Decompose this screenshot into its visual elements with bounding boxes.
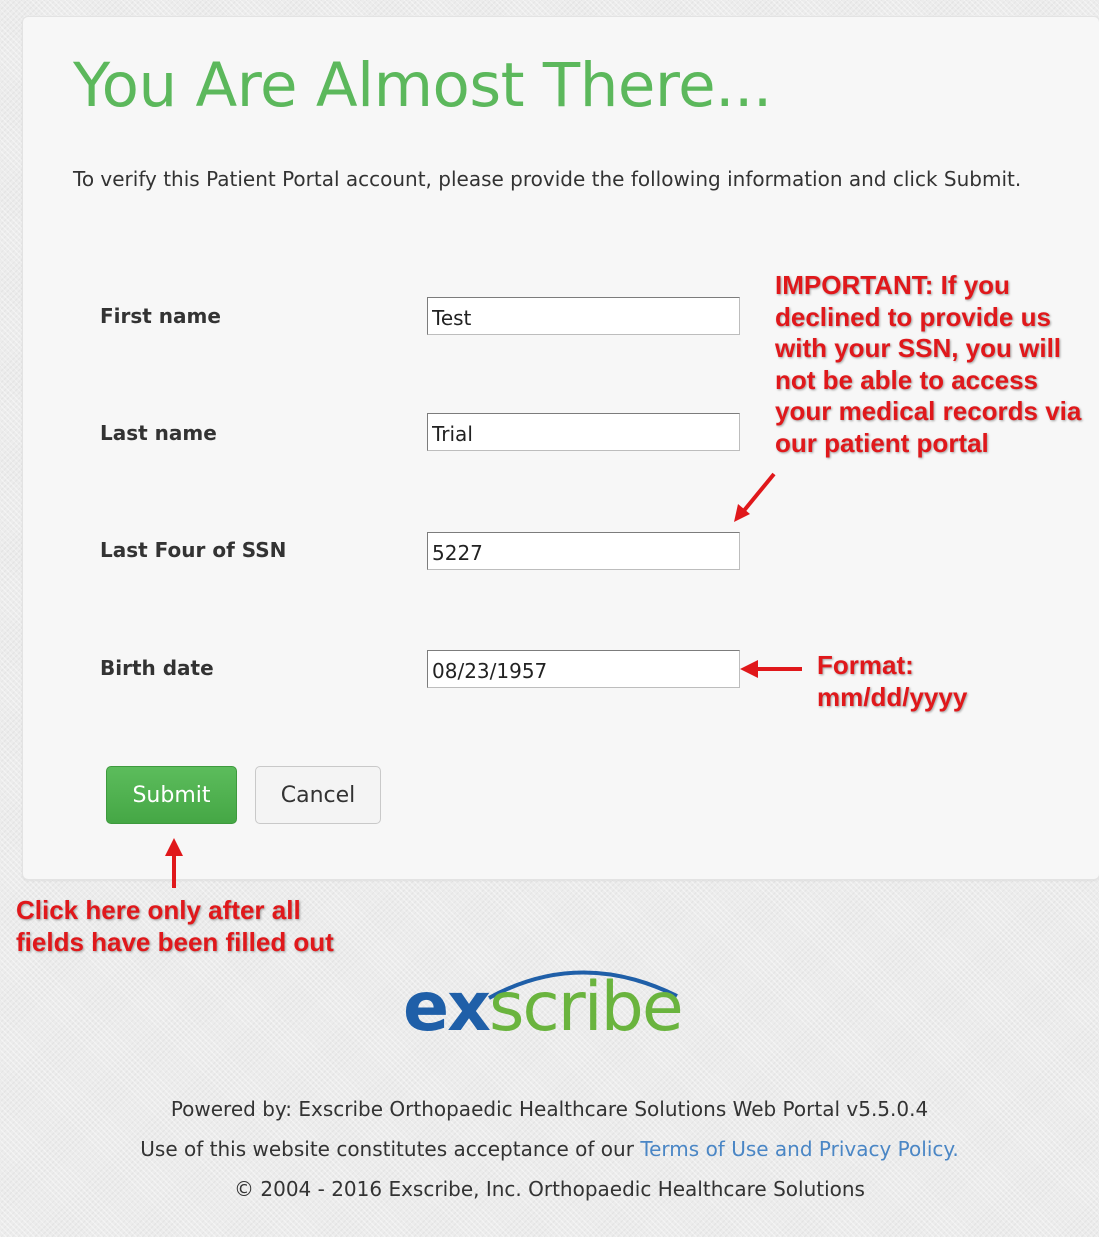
logo-wordmark: exscribe <box>403 974 684 1042</box>
terms-prefix-text: Use of this website constitutes acceptan… <box>140 1137 641 1161</box>
birth-date-input[interactable] <box>427 650 740 688</box>
submit-instruction-note: Click here only after all fields have be… <box>16 895 334 957</box>
arrow-to-ssn-icon <box>734 472 776 522</box>
cancel-button[interactable]: Cancel <box>255 766 381 824</box>
first-name-label: First name <box>100 304 221 328</box>
logo-suffix: scribe <box>488 968 684 1047</box>
logo-prefix: ex <box>403 968 491 1047</box>
arrow-to-birth-date-icon <box>740 660 802 678</box>
exscribe-logo: exscribe <box>395 958 705 1058</box>
ssn-label: Last Four of SSN <box>100 538 287 562</box>
copyright-text: © 2004 - 2016 Exscribe, Inc. Orthopaedic… <box>234 1177 865 1201</box>
intro-text: To verify this Patient Portal account, p… <box>73 167 1022 191</box>
first-name-input[interactable] <box>427 297 740 335</box>
date-format-note: Format: mm/dd/yyyy <box>817 650 968 712</box>
last-name-label: Last name <box>100 421 217 445</box>
terms-line: Use of this website constitutes acceptan… <box>0 1137 1099 1161</box>
page-title: You Are Almost There... <box>73 50 772 121</box>
birth-date-label: Birth date <box>100 656 214 680</box>
important-ssn-note: IMPORTANT: If you declined to provide us… <box>775 270 1082 458</box>
last-name-input[interactable] <box>427 413 740 451</box>
arrow-to-submit-icon <box>165 838 183 888</box>
terms-privacy-link[interactable]: Terms of Use and Privacy Policy. <box>640 1137 958 1161</box>
powered-by-text: Powered by: Exscribe Orthopaedic Healthc… <box>170 1097 929 1121</box>
submit-button[interactable]: Submit <box>106 766 237 824</box>
ssn-input[interactable] <box>427 532 740 570</box>
